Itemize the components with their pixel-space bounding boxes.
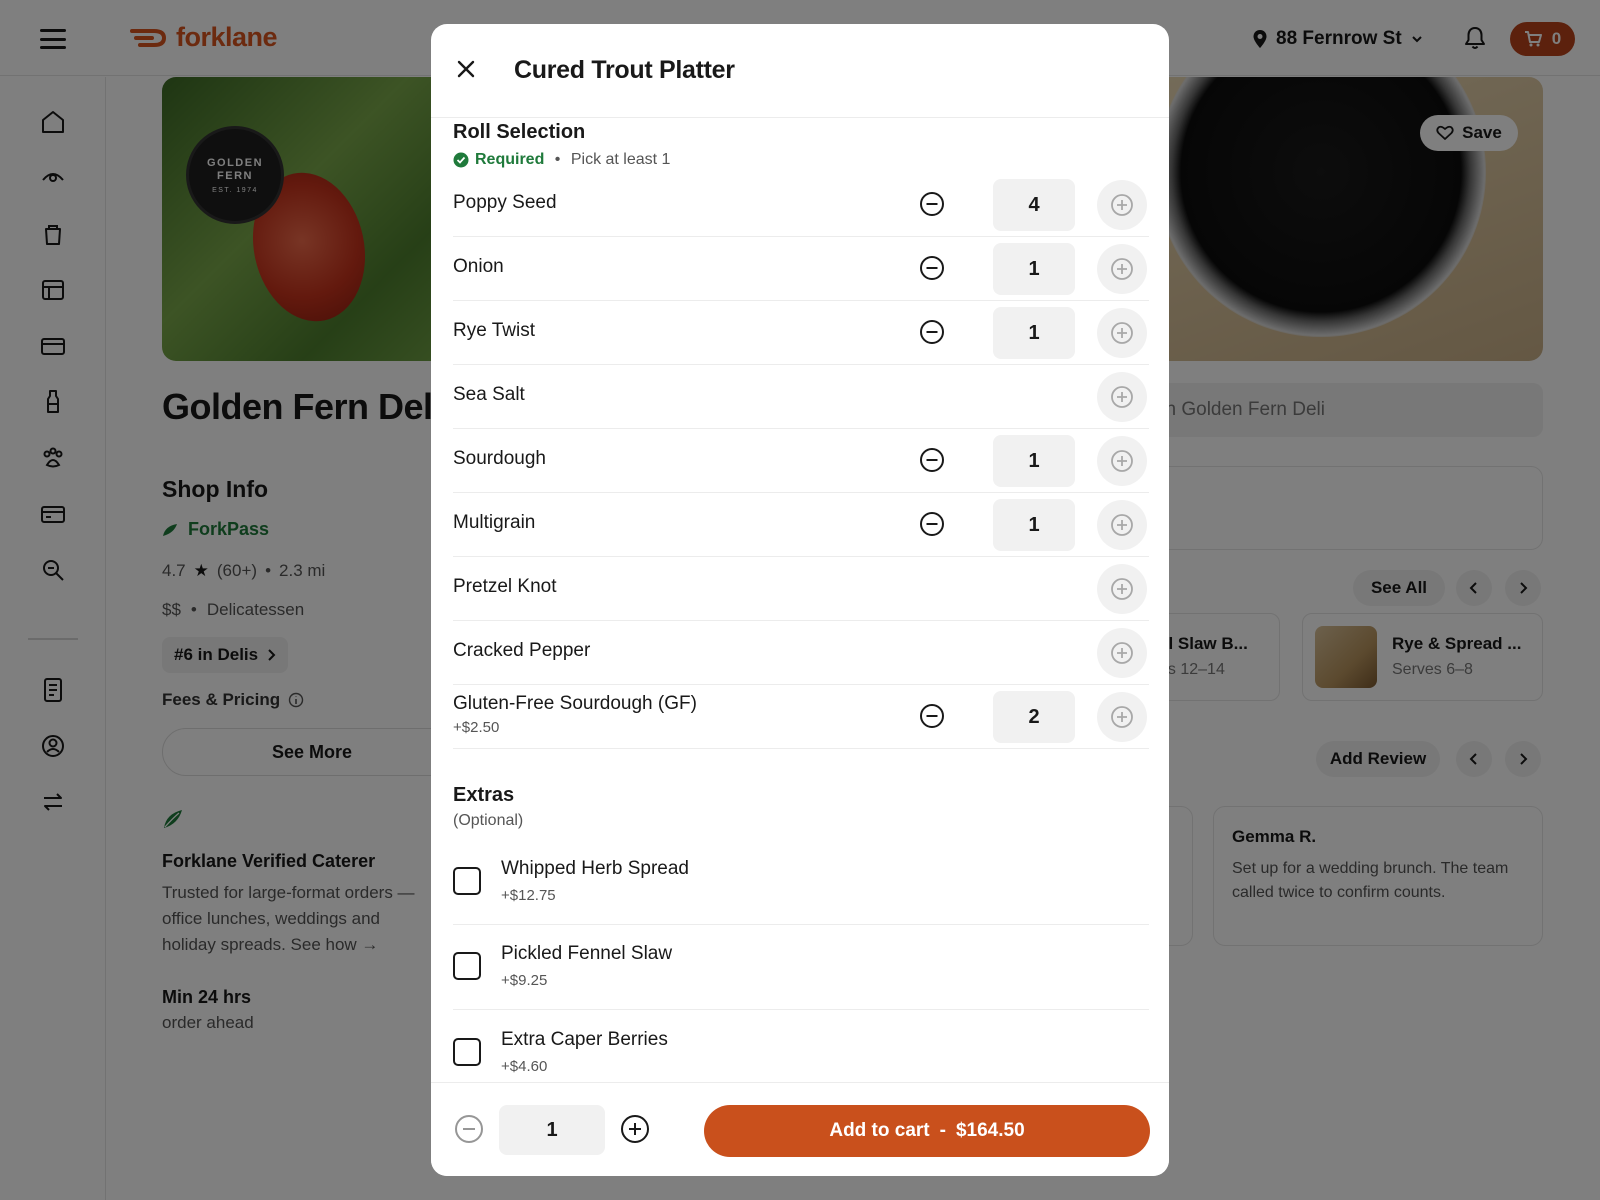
plus-circle-icon — [1111, 642, 1133, 664]
extra-price: +$4.60 — [501, 1058, 548, 1075]
add-to-cart-price: $164.50 — [955, 1120, 1025, 1141]
extra-name: Extra Caper Berries — [501, 1029, 668, 1050]
option-name: Gluten-Free Sourdough (GF) — [453, 693, 697, 714]
extra-price: +$12.75 — [501, 887, 556, 904]
extra-option-row[interactable]: Whipped Herb Spread +$12.75 — [453, 840, 1149, 925]
item-options-modal: Cured Trout Platter Roll Selection Requi… — [431, 24, 1169, 1176]
extra-checkbox[interactable] — [453, 867, 481, 895]
plus-circle-icon — [1111, 450, 1133, 472]
plus-circle-icon — [1111, 322, 1133, 344]
increment-button[interactable] — [1097, 244, 1147, 294]
roll-option-row: Sourdough 1 — [453, 429, 1149, 493]
increment-button[interactable] — [1097, 564, 1147, 614]
increment-button[interactable] — [1097, 692, 1147, 742]
plus-circle-icon — [1111, 706, 1133, 728]
minus-circle-icon[interactable] — [915, 507, 949, 541]
add-to-cart-button[interactable]: Add to cart - $164.50 — [704, 1105, 1150, 1157]
minus-circle-icon[interactable] — [453, 1113, 485, 1145]
plus-circle-icon — [1111, 194, 1133, 216]
increment-button[interactable] — [1097, 308, 1147, 358]
option-quantity: 1 — [993, 435, 1075, 487]
extras-optional-label: (Optional) — [453, 812, 524, 829]
option-quantity: 4 — [993, 179, 1075, 231]
item-quantity: 1 — [499, 1105, 605, 1155]
minus-circle-icon[interactable] — [915, 443, 949, 477]
extra-price: +$9.25 — [501, 972, 548, 989]
option-name: Sourdough — [453, 448, 546, 469]
plus-circle-icon — [1111, 514, 1133, 536]
add-to-cart-separator: - — [939, 1120, 946, 1141]
roll-selection-heading: Roll Selection — [453, 121, 586, 143]
increment-button[interactable] — [1097, 436, 1147, 486]
close-icon[interactable] — [451, 54, 481, 84]
option-quantity: 1 — [993, 307, 1075, 359]
option-name: Pretzel Knot — [453, 576, 557, 597]
increment-button[interactable] — [1097, 180, 1147, 230]
roll-option-row: Multigrain 1 — [453, 493, 1149, 557]
minus-circle-icon[interactable] — [915, 699, 949, 733]
option-name: Rye Twist — [453, 320, 536, 341]
plus-circle-icon[interactable] — [619, 1113, 651, 1145]
option-name: Multigrain — [453, 512, 536, 533]
roll-option-row: Rye Twist 1 — [453, 301, 1149, 365]
roll-option-row: Cracked Pepper — [453, 621, 1149, 685]
modal-header: Cured Trout Platter — [431, 24, 1169, 118]
minus-circle-icon[interactable] — [915, 187, 949, 221]
extra-checkbox[interactable] — [453, 1038, 481, 1066]
option-name: Sea Salt — [453, 384, 525, 405]
roll-option-row: Gluten-Free Sourdough (GF) +$2.50 2 — [453, 685, 1149, 749]
increment-button[interactable] — [1097, 372, 1147, 422]
plus-circle-icon — [1111, 578, 1133, 600]
option-name: Cracked Pepper — [453, 640, 591, 661]
dot-separator: • — [550, 151, 565, 168]
minus-circle-icon[interactable] — [915, 315, 949, 349]
check-circle-icon — [453, 152, 469, 168]
plus-circle-icon — [1111, 258, 1133, 280]
required-label: Required — [475, 151, 545, 168]
pick-rule-label: Pick at least 1 — [570, 151, 671, 168]
option-quantity: 2 — [993, 691, 1075, 743]
minus-circle-icon[interactable] — [915, 251, 949, 285]
extras-heading: Extras — [453, 784, 515, 806]
roll-option-row: Poppy Seed 4 — [453, 173, 1149, 237]
add-to-cart-label: Add to cart — [829, 1120, 930, 1141]
increment-button[interactable] — [1097, 628, 1147, 678]
extra-name: Whipped Herb Spread — [501, 858, 689, 879]
modal-title: Cured Trout Platter — [514, 56, 735, 84]
option-name: Onion — [453, 256, 504, 277]
option-quantity: 1 — [993, 499, 1075, 551]
extra-checkbox[interactable] — [453, 952, 481, 980]
increment-button[interactable] — [1097, 500, 1147, 550]
option-name: Poppy Seed — [453, 192, 557, 213]
roll-option-row: Onion 1 — [453, 237, 1149, 301]
extra-option-row[interactable]: Pickled Fennel Slaw +$9.25 — [453, 925, 1149, 1010]
option-price: +$2.50 — [453, 719, 500, 736]
extra-name: Pickled Fennel Slaw — [501, 943, 673, 964]
modal-footer: 1 Add to cart - $164.50 — [431, 1082, 1169, 1176]
option-quantity: 1 — [993, 243, 1075, 295]
plus-circle-icon — [1111, 386, 1133, 408]
required-rule: Required • Pick at least 1 — [453, 151, 670, 169]
roll-option-row: Pretzel Knot — [453, 557, 1149, 621]
roll-option-row: Sea Salt — [453, 365, 1149, 429]
